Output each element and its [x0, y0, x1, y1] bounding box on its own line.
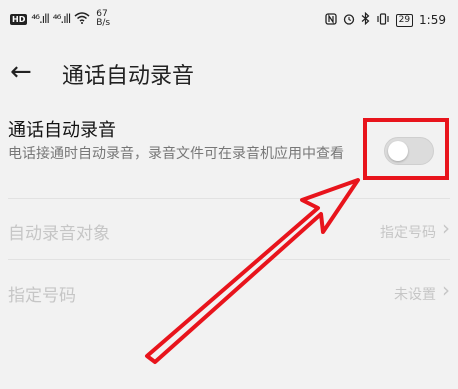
arrow-shape [145, 178, 360, 364]
annotation-arrow [145, 178, 360, 364]
